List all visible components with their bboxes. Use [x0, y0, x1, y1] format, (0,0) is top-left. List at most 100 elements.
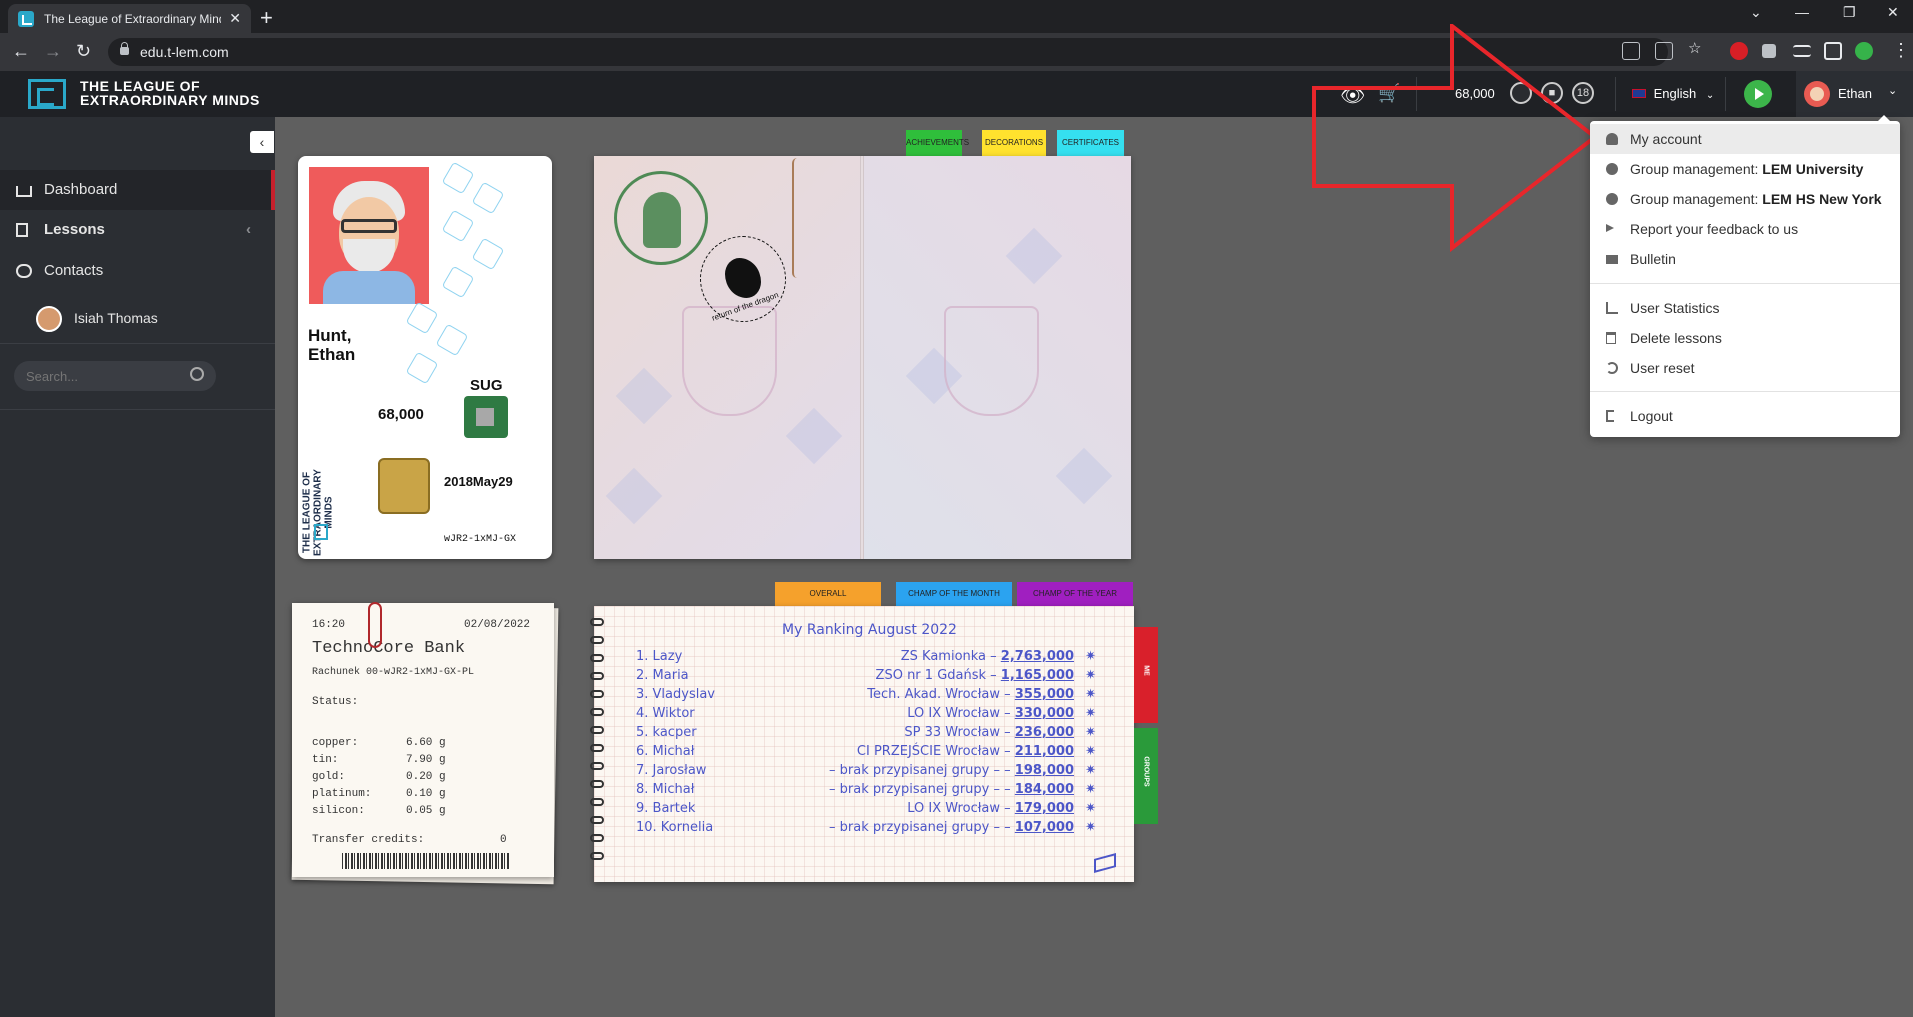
extensions-puzzle-icon[interactable] — [1762, 44, 1776, 58]
hexagon-decoration — [471, 237, 505, 271]
contact-item[interactable]: Isiah Thomas — [0, 298, 275, 338]
browser-tab[interactable]: The League of Extraordinary Minds ✕ — [8, 4, 251, 33]
bookmark-star-icon[interactable]: ☆ — [1688, 39, 1706, 57]
menu-divider — [1590, 391, 1900, 392]
chrome-menu-icon[interactable]: ⋮ — [1892, 40, 1910, 61]
star-icon: ✷ — [1085, 668, 1096, 683]
search-input[interactable] — [14, 361, 216, 391]
restore-icon[interactable]: ❐ — [1843, 4, 1856, 21]
star-icon: ✷ — [1085, 725, 1096, 740]
ranking-points: 211,000 — [1014, 744, 1074, 759]
header-divider — [1725, 77, 1726, 111]
tab-decorations[interactable]: DECORATIONS — [982, 130, 1046, 156]
tab-certificates[interactable]: CERTIFICATES — [1057, 130, 1124, 156]
menu-item-group-name: LEM HS New York — [1762, 191, 1882, 207]
tab-champ-of-the-year[interactable]: CHAMP OF THE YEAR — [1017, 582, 1133, 606]
sidebar-item-lessons[interactable]: Lessons ‹ — [0, 210, 275, 250]
last-name: Hunt, — [308, 326, 352, 345]
lem-logo-icon[interactable] — [28, 79, 66, 109]
ranking-group: Tech. Akad. Wrocław – — [867, 687, 1011, 702]
portrait-shirt — [323, 271, 415, 304]
reading-list-icon[interactable] — [1793, 45, 1811, 57]
ranking-name: 6. Michał — [636, 744, 695, 759]
logo-text[interactable]: THE LEAGUE OF EXTRAORDINARY MINDS — [80, 79, 260, 107]
ranking-group: CI PRZEJŚCIE Wrocław – — [856, 744, 1011, 759]
tab-champ-of-the-month[interactable]: CHAMP OF THE MONTH — [896, 582, 1012, 606]
id-card[interactable]: Hunt, Ethan THE LEAGUE OF EXTRAORDINARY … — [298, 156, 552, 559]
close-tab-icon[interactable]: ✕ — [229, 10, 241, 27]
hexagon-decoration — [441, 161, 475, 195]
sidebar-item-contacts[interactable]: Contacts — [0, 251, 275, 291]
ranking-notebook[interactable]: My Ranking August 2022 1. Lazy ZS Kamionk… — [594, 606, 1134, 882]
ranking-points: 198,000 — [1014, 763, 1074, 778]
side-panel-icon[interactable] — [1824, 42, 1842, 60]
tab-search-icon[interactable]: ⌄ — [1750, 4, 1762, 21]
hexagon-decoration — [441, 209, 475, 243]
menu-item-user-statistics[interactable]: User Statistics — [1590, 293, 1900, 323]
play-button[interactable] — [1744, 80, 1772, 108]
collapse-sidebar-button[interactable]: ‹ — [250, 131, 274, 153]
receipt-date: 02/08/2022 — [464, 619, 531, 631]
menu-item-group-management-lem-university[interactable]: Group management: LEM University — [1590, 154, 1900, 184]
extension-red-icon[interactable] — [1730, 42, 1748, 60]
minimize-icon[interactable]: — — [1795, 4, 1809, 20]
ranking-score: ZS Kamionka – 2,763,000 — [901, 649, 1074, 664]
spiral-ring — [590, 744, 604, 752]
back-icon[interactable]: ← — [12, 41, 30, 62]
ranking-points: 184,000 — [1014, 782, 1074, 797]
spiral-ring — [590, 636, 604, 644]
tab-groups[interactable]: GROUPS — [1134, 728, 1158, 824]
annotation-arrow-shape — [1312, 24, 1599, 253]
metal-name: silicon: — [312, 805, 365, 817]
card-date: 2018May29 — [444, 474, 513, 489]
passport-book[interactable]: return of the dragon — [594, 156, 1131, 559]
tab-overall[interactable]: OVERALL — [775, 582, 881, 606]
barcode-icon — [342, 853, 510, 869]
share-icon[interactable] — [1655, 42, 1673, 60]
card-logo-icon — [314, 524, 328, 540]
home-icon — [16, 186, 32, 197]
card-holder-name: Hunt, Ethan — [308, 326, 355, 364]
menu-item-logout[interactable]: Logout — [1590, 401, 1900, 431]
spiral-ring — [590, 708, 604, 716]
profile-icon[interactable] — [1855, 42, 1873, 60]
menu-item-group-management-lem-hs-new-york[interactable]: Group management: LEM HS New York — [1590, 184, 1900, 214]
user-menu-button[interactable]: Ethan ⌄ — [1796, 71, 1913, 117]
new-tab-button[interactable]: + — [260, 5, 273, 31]
menu-item-label: Group management: — [1630, 191, 1763, 207]
browser-toolbar: ← → ↻ edu.t-lem.com ☆ ⋮ — [0, 33, 1913, 71]
sidebar-item-dashboard[interactable]: Dashboard — [0, 170, 275, 210]
metal-name: platinum: — [312, 788, 372, 800]
ranking-name: 8. Michał — [636, 782, 695, 797]
users-icon — [1606, 193, 1618, 205]
language-selector[interactable]: English ⌄ — [1632, 86, 1714, 101]
window-close-icon[interactable]: ✕ — [1887, 4, 1899, 21]
bank-receipt[interactable]: 16:20 02/08/2022 TechnoCore Bank Rachune… — [292, 603, 554, 877]
star-icon: ✷ — [1085, 744, 1096, 759]
menu-item-report-feedback[interactable]: Report your feedback to us — [1590, 214, 1900, 244]
menu-item-label: Bulletin — [1630, 251, 1676, 267]
transfer-credits-label: Transfer credits: — [312, 834, 425, 846]
metal-name: gold: — [312, 771, 346, 783]
tab-achievements[interactable]: ACHIEVEMENTS — [906, 130, 969, 156]
reload-icon[interactable]: ↻ — [76, 41, 91, 62]
translate-icon[interactable] — [1622, 42, 1640, 60]
menu-item-user-reset[interactable]: User reset — [1590, 353, 1900, 383]
forward-icon[interactable]: → — [44, 41, 62, 62]
rank-badge-label: SUG — [470, 377, 503, 394]
card-points: 68,000 — [378, 406, 424, 423]
ranking-name: 10. Kornelia — [636, 820, 714, 835]
metal-value: 0.10 g — [406, 788, 446, 800]
metal-row: platinum: 0.10 g — [312, 788, 452, 800]
menu-item-label: Group management: — [1630, 161, 1763, 177]
ranking-points: 107,000 — [1014, 820, 1074, 835]
ranking-name: 2. Maria — [636, 668, 689, 683]
menu-item-delete-lessons[interactable]: Delete lessons — [1590, 323, 1900, 353]
spiral-ring — [590, 726, 604, 734]
search-icon[interactable] — [190, 367, 204, 381]
tab-me[interactable]: ME — [1134, 627, 1158, 723]
metal-row: silicon: 0.05 g — [312, 805, 452, 817]
metal-value: 0.20 g — [406, 771, 446, 783]
menu-item-bulletin[interactable]: Bulletin — [1590, 244, 1900, 274]
menu-item-my-account[interactable]: My account — [1590, 124, 1900, 154]
